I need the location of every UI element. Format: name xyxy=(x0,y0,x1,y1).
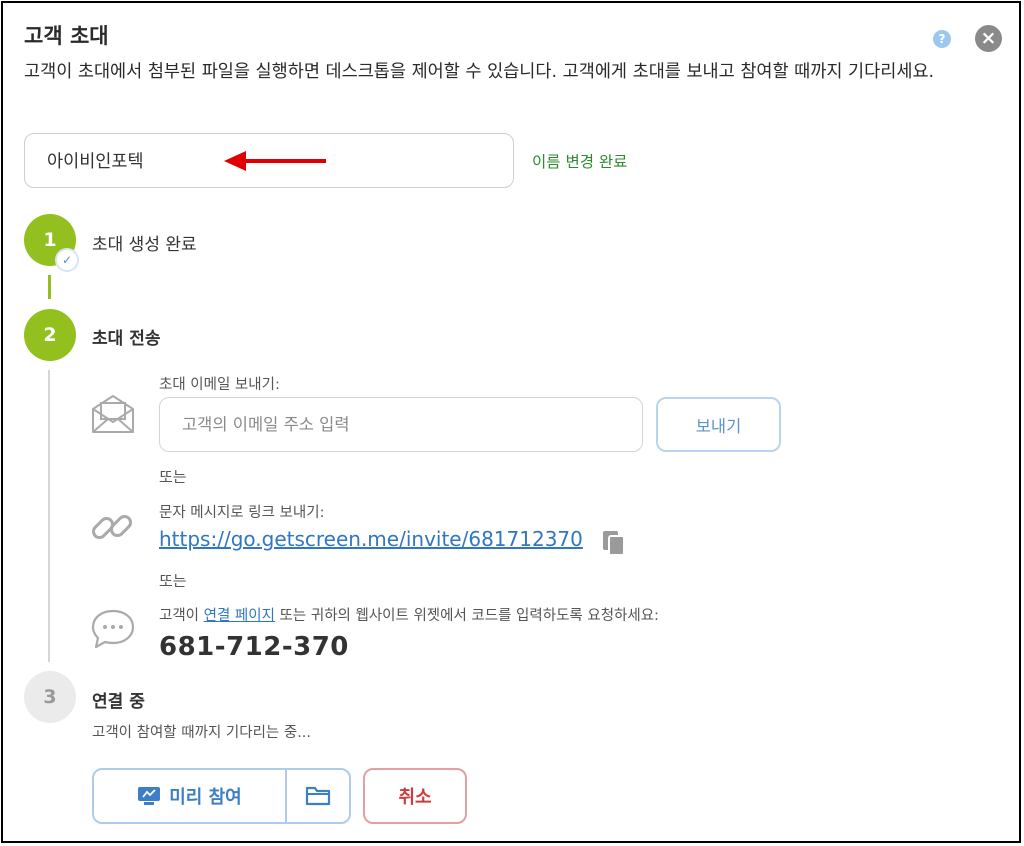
step-2-label: 초대 전송 xyxy=(92,329,161,349)
or-text: 또는 xyxy=(159,572,187,590)
dialog-title: 고객 초대 xyxy=(24,24,109,48)
join-early-button[interactable]: 미리 참여 xyxy=(94,770,287,822)
connect-page-link[interactable]: 연결 페이지 xyxy=(204,608,275,624)
rename-status: 이름 변경 완료 xyxy=(532,153,628,171)
invite-link[interactable]: https://go.getscreen.me/invite/681712370 xyxy=(159,527,583,551)
link-icon xyxy=(91,514,133,540)
help-icon[interactable]: ? xyxy=(933,30,951,48)
code-text-prefix: 고객이 xyxy=(159,608,204,624)
folder-icon xyxy=(305,786,331,805)
step-2-circle: 2 xyxy=(24,309,76,361)
code-text-suffix: 또는 귀하의 웹사이트 위젯에서 코드를 입력하도록 요청하세요: xyxy=(274,608,659,624)
invite-code: 681-712-370 xyxy=(159,632,349,662)
sms-label: 문자 메시지로 링크 보내기: xyxy=(159,505,325,521)
copy-icon[interactable] xyxy=(601,529,627,557)
step-connector xyxy=(48,275,51,299)
check-icon: ✓ xyxy=(55,248,79,272)
step-3-label: 연결 중 xyxy=(92,692,145,712)
send-email-button[interactable]: 보내기 xyxy=(656,397,781,452)
step-3-circle: 3 xyxy=(24,671,76,723)
email-label: 초대 이메일 보내기: xyxy=(159,377,280,393)
email-input[interactable] xyxy=(159,397,643,452)
cancel-button[interactable]: 취소 xyxy=(363,768,467,824)
waiting-text: 고객이 참여할 때까지 기다리는 중... xyxy=(92,725,312,741)
envelope-icon xyxy=(92,395,134,433)
screen-icon xyxy=(138,787,161,805)
code-instructions: 고객이 연결 페이지 또는 귀하의 웹사이트 위젯에서 코드를 입력하도록 요청… xyxy=(159,604,659,625)
join-label: 미리 참여 xyxy=(169,787,242,808)
dialog-description: 고객이 초대에서 첨부된 파일을 실행하면 데스크톱을 제어할 수 있습니다. … xyxy=(24,62,935,82)
step-connector-pending xyxy=(48,370,50,662)
folder-button[interactable] xyxy=(287,770,349,822)
close-icon[interactable]: × xyxy=(975,25,1002,52)
red-arrow-annotation xyxy=(224,151,326,171)
join-button-group: 미리 참여 xyxy=(92,768,351,824)
or-text: 또는 xyxy=(159,468,187,486)
step-1-label: 초대 생성 완료 xyxy=(92,235,197,255)
chat-icon xyxy=(91,609,135,649)
